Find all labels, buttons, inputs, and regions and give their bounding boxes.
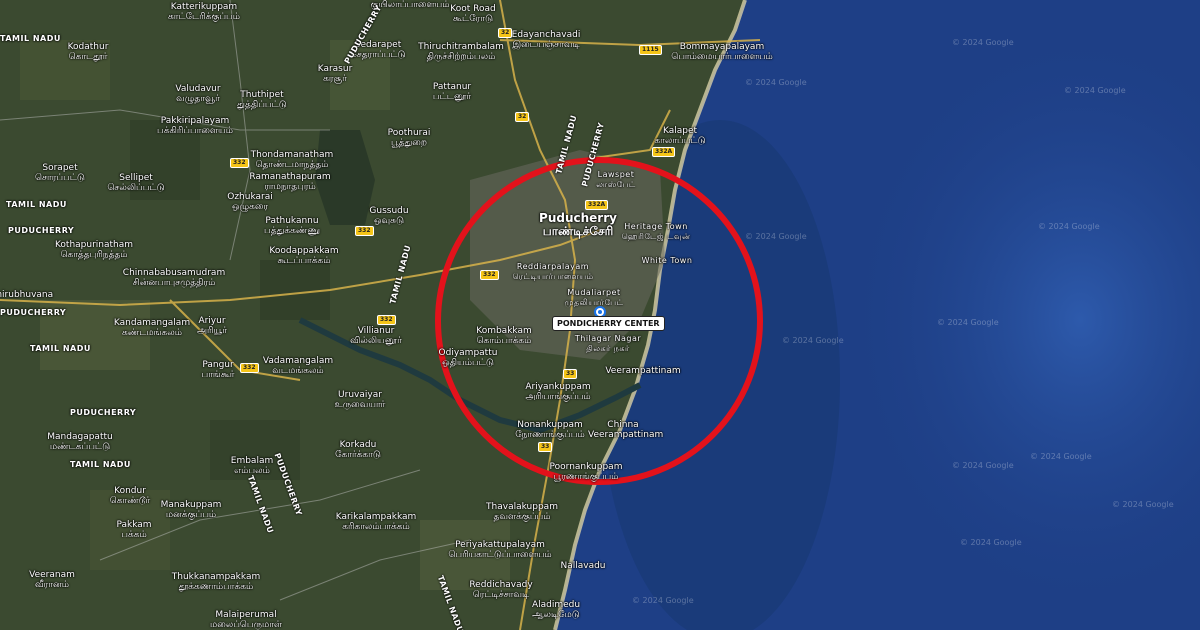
watermark: © 2024 Google bbox=[1112, 500, 1174, 509]
road-shield: 332 bbox=[355, 226, 374, 236]
place-label: Bommayapalayam பொம்மையார்பாளையம் bbox=[671, 42, 773, 62]
watermark: © 2024 Google bbox=[1038, 222, 1100, 231]
place-label: Kothapurinatham கொத்தபுரிநத்தம் bbox=[54, 240, 134, 260]
place-label: Pattanur பட்டனூர் bbox=[432, 82, 472, 102]
place-label: Ozhukarai ஒழுகரை bbox=[227, 192, 273, 212]
road-shield: 332 bbox=[240, 363, 259, 373]
state-label: PUDUCHERRY bbox=[70, 408, 137, 417]
place-label: Edayanchavadi இடையஞ்சாவடி bbox=[511, 30, 581, 50]
watermark: © 2024 Google bbox=[782, 336, 844, 345]
place-label: Valudavur வழுதாவூர் bbox=[175, 84, 221, 104]
place-label: Periyakattupalayam பெரியகாட்டுப்பாளையம் bbox=[448, 540, 552, 560]
watermark: © 2024 Google bbox=[745, 232, 807, 241]
place-label: Koot Road கூட்ரோடு bbox=[450, 4, 496, 24]
place-label: Karikalampakkam கரிகாலம்பாக்கம் bbox=[335, 512, 417, 532]
place-label: Koodappakkam கூடப்பாக்கம் bbox=[269, 246, 339, 266]
road-shield: 332A bbox=[652, 147, 676, 157]
place-label: Reddiarpalayam ரெட்டியார்பாளையம் bbox=[512, 262, 594, 281]
watermark: © 2024 Google bbox=[952, 461, 1014, 470]
place-label: Uruvaiyar உருவையார் bbox=[334, 390, 386, 410]
place-label: Nallavadu bbox=[560, 561, 606, 571]
place-label: Veeranam வீரானம் bbox=[29, 570, 75, 590]
watermark: © 2024 Google bbox=[632, 596, 694, 605]
place-label: Ariyankuppam அரியாங்குப்பம் bbox=[525, 382, 591, 402]
state-label: TAMIL NADU bbox=[30, 344, 91, 353]
place-label: Mudaliarpet முதலியார்பேட் bbox=[564, 288, 624, 307]
place-label: Nonankuppam நோணாங்குப்பம் bbox=[515, 420, 585, 440]
watermark: © 2024 Google bbox=[960, 538, 1022, 547]
road-shield: 332 bbox=[230, 158, 249, 168]
marker-label[interactable]: PONDICHERRY CENTER bbox=[552, 316, 665, 331]
state-label: PUDUCHERRY bbox=[0, 308, 67, 317]
place-label: Reddichavady ரெட்டிச்சாவடி bbox=[469, 580, 533, 600]
watermark: © 2024 Google bbox=[937, 318, 999, 327]
place-label: Odiyampattu ஒதியம்பட்டு bbox=[438, 348, 498, 368]
place-label: Kalapet காலாப்பட்டு bbox=[654, 126, 706, 146]
watermark: © 2024 Google bbox=[1030, 452, 1092, 461]
watermark: © 2024 Google bbox=[745, 78, 807, 87]
place-label: Chinna Veerampattinam bbox=[588, 420, 664, 440]
road-shield: 33 bbox=[563, 369, 578, 379]
place-label: Thukkanampakkam தூக்கணாம்பாக்கம் bbox=[171, 572, 261, 592]
place-label: Thuthipet துத்திப்பட்டு bbox=[237, 90, 287, 110]
place-label: Kodathur கொடதூர் bbox=[67, 42, 109, 62]
place-label: Katterikuppam காட்டேரிக்குப்பம் bbox=[168, 2, 240, 22]
place-label: Veerampattinam bbox=[605, 366, 681, 376]
road-shield: 332A bbox=[585, 200, 609, 210]
place-label: Thavalakuppam தவளக்குப்பம் bbox=[486, 502, 558, 522]
place-label: Villianur வில்லியனூர் bbox=[350, 326, 402, 346]
road-shield: 332 bbox=[377, 315, 396, 325]
road-shield: 1115 bbox=[639, 45, 662, 55]
place-label: Kombakkam கொம்பாக்கம் bbox=[476, 326, 532, 346]
place-label: Mandagapattu மண்டகப்பட்டு bbox=[47, 432, 113, 452]
road-shield: 33 bbox=[538, 442, 553, 452]
place-label: Lawspet லாஸ்பேட் bbox=[596, 170, 636, 189]
place-label: Embalam எம்பலம் bbox=[230, 456, 274, 476]
place-label: Ariyur அரியூர் bbox=[196, 316, 228, 336]
satellite-map[interactable]: © 2024 Google © 2024 Google © 2024 Googl… bbox=[0, 0, 1200, 630]
place-label: Kondur கொண்டூர் bbox=[109, 486, 151, 506]
place-label: Ramanathapuram ராமநாதபுரம் bbox=[249, 172, 331, 192]
place-label: Sellipet செல்லிப்பட்டு bbox=[107, 173, 165, 193]
place-label: Gussudu ஒவுசுடு bbox=[369, 206, 409, 226]
watermark: © 2024 Google bbox=[952, 38, 1014, 47]
place-label: Pakkiripalayam பக்கிரிப்பாளையம் bbox=[157, 116, 233, 136]
place-label: Malaiperumal மலைப்பெருமாள் bbox=[209, 610, 283, 630]
place-label: Thiruchitrambalam திருச்சிற்றம்பலம் bbox=[418, 42, 504, 62]
city-label: Puducherry பாண்டிச்சேரி bbox=[539, 211, 617, 238]
road-shield: 332 bbox=[480, 270, 499, 280]
place-label: Heritage Town ஹெரிடேஜ் டவுன் bbox=[621, 222, 691, 241]
place-label: Korkadu கோர்க்காடு bbox=[335, 440, 381, 460]
place-label: Thirubhuvana bbox=[0, 290, 54, 300]
place-label: Karasur கரசூர் bbox=[317, 64, 353, 84]
state-label: PUDUCHERRY bbox=[8, 226, 75, 235]
place-label: Kandamangalam கண்டமங்கலம் bbox=[113, 318, 191, 338]
place-label: White Town bbox=[641, 256, 693, 265]
road-shield: 32 bbox=[498, 28, 513, 38]
state-label: TAMIL NADU bbox=[70, 460, 131, 469]
road-shield: 32 bbox=[515, 112, 530, 122]
place-label: Poothurai பூத்துறை bbox=[387, 128, 431, 148]
place-label: Pangur பாங்கூர் bbox=[201, 360, 235, 380]
place-label: Poornankuppam பூரணாங்குப்பம் bbox=[549, 462, 623, 482]
state-label: TAMIL NADU bbox=[0, 34, 61, 43]
place-label: Pathukannu பத்துக்கண்ணு bbox=[264, 216, 320, 236]
place-label: Manakuppam மனக்குப்பம் bbox=[160, 500, 222, 520]
place-label: Chinnababusamudram சின்னபாபுசமுத்திரம் bbox=[122, 268, 226, 288]
state-label: TAMIL NADU bbox=[6, 200, 67, 209]
place-label: Aladimedu ஆலடிமேடு bbox=[531, 600, 581, 620]
place-label: Sorapet சொரப்பட்டு bbox=[35, 163, 85, 183]
watermark: © 2024 Google bbox=[1064, 86, 1126, 95]
place-label: Thilagar Nagar திலகர் நகர் bbox=[574, 334, 642, 353]
place-label: Pakkam பக்கம் bbox=[116, 520, 152, 540]
place-label: Thondamanatham தொண்டமாநத்தம் bbox=[250, 150, 334, 170]
place-label: Vadamangalam வடமங்கலம் bbox=[262, 356, 334, 376]
